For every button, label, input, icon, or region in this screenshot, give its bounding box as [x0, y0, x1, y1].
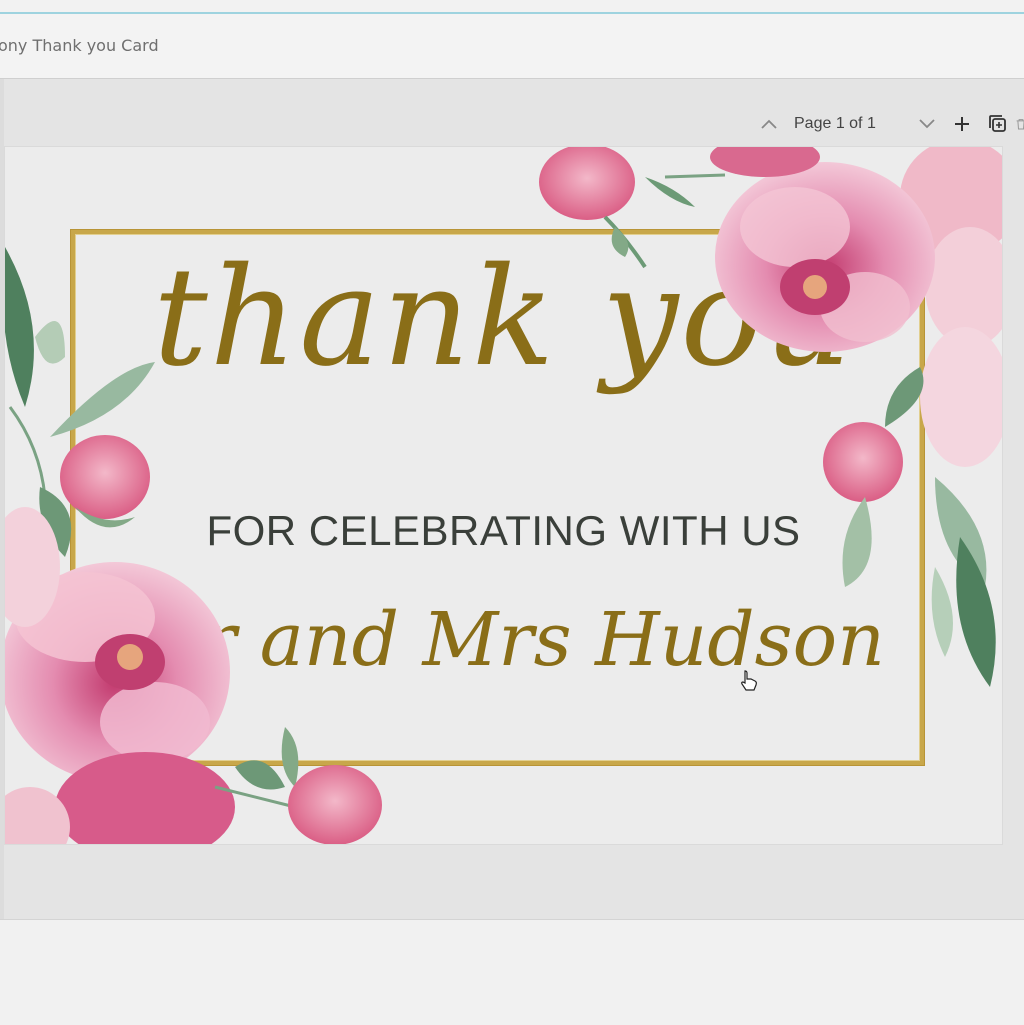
document-title[interactable]: ony Thank you Card [0, 36, 159, 55]
chevron-up-icon[interactable] [754, 102, 784, 146]
page-indicator: Page 1 of 1 [794, 115, 876, 132]
chevron-down-icon[interactable] [912, 102, 942, 146]
page-toolbar: Page 1 of 1 [754, 102, 1024, 146]
duplicate-icon[interactable] [983, 102, 1013, 146]
bottom-left-peonies [5, 507, 382, 844]
thank-you-card[interactable]: thank you FOR CELEBRATING WITH US Mr and… [5, 147, 1002, 844]
canvas-left-band [0, 79, 4, 919]
title-bar: ony Thank you Card [0, 14, 1024, 79]
bottom-panel [0, 919, 1024, 1025]
top-right-peonies [539, 147, 1002, 467]
peony-floral-decoration [5, 147, 1002, 844]
hand-cursor-icon [741, 670, 757, 691]
plus-icon[interactable] [947, 102, 977, 146]
trash-icon[interactable] [1016, 102, 1024, 146]
